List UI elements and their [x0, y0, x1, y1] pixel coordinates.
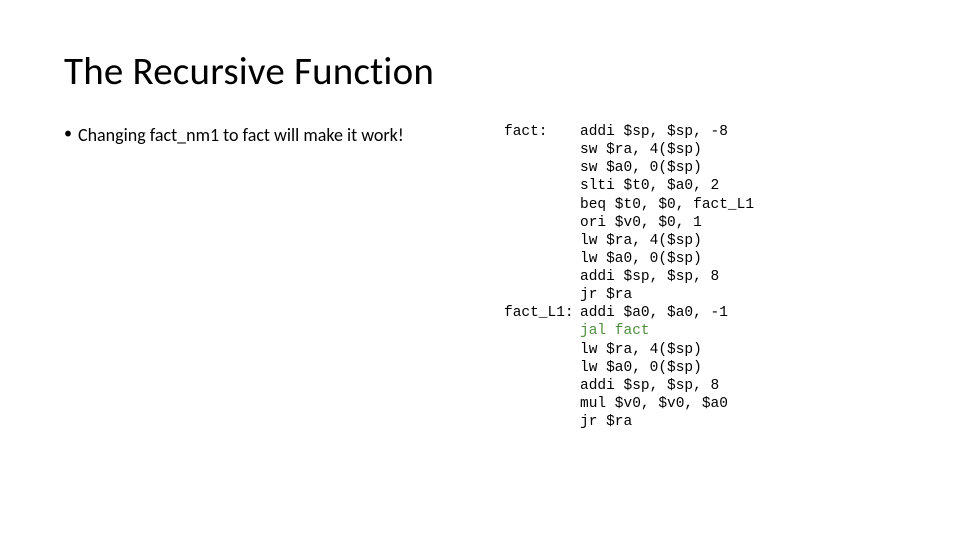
slide-title: The Recursive Function: [64, 48, 896, 95]
code-line: beq $t0, $0, fact_L1: [504, 196, 896, 214]
code-instruction: jr $ra: [580, 413, 896, 431]
code-instruction: mul $v0, $v0, $a0: [580, 395, 896, 413]
code-label: [504, 322, 580, 340]
code-instruction: lw $a0, 0($sp): [580, 359, 896, 377]
code-label: [504, 377, 580, 395]
code-line: jr $ra: [504, 413, 896, 431]
code-label: [504, 359, 580, 377]
code-label: [504, 159, 580, 177]
code-instruction: addi $sp, $sp, 8: [580, 268, 896, 286]
code-instruction: sw $a0, 0($sp): [580, 159, 896, 177]
code-line: slti $t0, $a0, 2: [504, 177, 896, 195]
code-block: fact:addi $sp, $sp, -8sw $ra, 4($sp)sw $…: [504, 123, 896, 431]
code-label: [504, 177, 580, 195]
code-instruction: addi $sp, $sp, -8: [580, 123, 896, 141]
slide: The Recursive Function • Changing fact_n…: [0, 0, 960, 540]
code-label: fact:: [504, 123, 580, 141]
code-instruction: lw $ra, 4($sp): [580, 341, 896, 359]
code-line: lw $ra, 4($sp): [504, 232, 896, 250]
code-instruction: sw $ra, 4($sp): [580, 141, 896, 159]
bullet-text: Changing fact_nm1 to fact will make it w…: [78, 123, 404, 147]
code-line: ori $v0, $0, 1: [504, 214, 896, 232]
code-instruction: jr $ra: [580, 286, 896, 304]
code-instruction: beq $t0, $0, fact_L1: [580, 196, 896, 214]
code-line: sw $ra, 4($sp): [504, 141, 896, 159]
slide-body: • Changing fact_nm1 to fact will make it…: [64, 123, 896, 431]
code-label: [504, 214, 580, 232]
code-instruction: lw $a0, 0($sp): [580, 250, 896, 268]
code-line: sw $a0, 0($sp): [504, 159, 896, 177]
code-instruction: jal fact: [580, 322, 896, 340]
code-label: [504, 341, 580, 359]
code-label: [504, 286, 580, 304]
code-line: lw $ra, 4($sp): [504, 341, 896, 359]
code-instruction: addi $a0, $a0, -1: [580, 304, 896, 322]
code-instruction: addi $sp, $sp, 8: [580, 377, 896, 395]
bullet-item: • Changing fact_nm1 to fact will make it…: [64, 123, 484, 147]
code-label: [504, 268, 580, 286]
code-label: fact_L1:: [504, 304, 580, 322]
code-line: addi $sp, $sp, 8: [504, 268, 896, 286]
code-line: lw $a0, 0($sp): [504, 359, 896, 377]
code-label: [504, 395, 580, 413]
code-label: [504, 196, 580, 214]
code-line: mul $v0, $v0, $a0: [504, 395, 896, 413]
code-line: addi $sp, $sp, 8: [504, 377, 896, 395]
code-line: jal fact: [504, 322, 896, 340]
code-line: lw $a0, 0($sp): [504, 250, 896, 268]
code-label: [504, 141, 580, 159]
bullet-list: • Changing fact_nm1 to fact will make it…: [64, 123, 504, 147]
code-label: [504, 250, 580, 268]
code-line: fact:addi $sp, $sp, -8: [504, 123, 896, 141]
code-label: [504, 413, 580, 431]
code-instruction: lw $ra, 4($sp): [580, 232, 896, 250]
code-label: [504, 232, 580, 250]
bullet-dot-icon: •: [64, 123, 78, 145]
code-line: jr $ra: [504, 286, 896, 304]
code-instruction: slti $t0, $a0, 2: [580, 177, 896, 195]
code-instruction: ori $v0, $0, 1: [580, 214, 896, 232]
code-line: fact_L1:addi $a0, $a0, -1: [504, 304, 896, 322]
